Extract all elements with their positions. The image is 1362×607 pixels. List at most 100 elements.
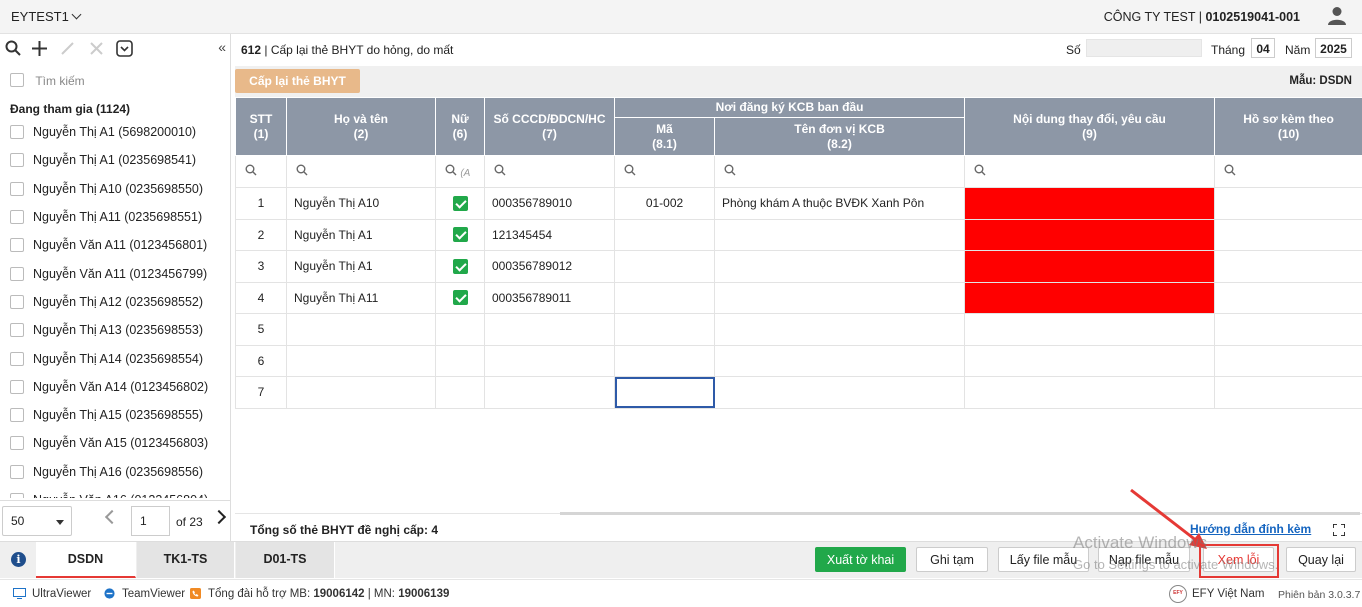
cell-ten-dv[interactable]	[713, 281, 966, 314]
select-all-checkbox[interactable]	[10, 73, 24, 87]
cell-ten-dv[interactable]	[713, 313, 966, 346]
cell-ho-so[interactable]	[1214, 281, 1362, 314]
info-icon[interactable]: i	[11, 552, 26, 567]
horizontal-scrollbar[interactable]	[560, 512, 1360, 515]
member-checkbox[interactable]	[10, 125, 24, 140]
tab-dsdn[interactable]: DSDN	[36, 542, 136, 578]
member-search[interactable]: Tìm kiếm	[10, 71, 85, 89]
table-row[interactable]: 1 Nguyễn Thị A10 000356789010 01-002 Phòng k…	[235, 187, 1362, 220]
cell-ma[interactable]	[614, 218, 715, 251]
cell-id[interactable]: 000356789010	[484, 187, 615, 220]
dropdown-menu-icon[interactable]	[116, 40, 133, 57]
prev-page-icon[interactable]	[104, 509, 120, 525]
page-size-select[interactable]: 50	[2, 506, 72, 536]
collapse-panel-icon[interactable]: «	[218, 39, 226, 55]
cell-ma[interactable]	[614, 250, 715, 283]
cell-ho-so[interactable]	[1214, 187, 1362, 220]
member-list-item[interactable]: Nguyễn Thị A16 (0235698556)	[0, 458, 230, 486]
tab-d01-ts[interactable]: D01-TS	[236, 542, 335, 578]
member-checkbox[interactable]	[10, 351, 24, 366]
thang-input[interactable]: 04	[1251, 38, 1275, 58]
cell-id[interactable]	[484, 313, 615, 346]
next-page-icon[interactable]	[211, 509, 227, 525]
member-list-item[interactable]: Nguyễn Văn A14 (0123456802)	[0, 373, 230, 401]
teamviewer-link[interactable]: TeamViewer	[103, 588, 185, 600]
cell-name[interactable]	[286, 376, 436, 409]
member-checkbox[interactable]	[10, 210, 24, 225]
page-number-input[interactable]: 1	[131, 506, 170, 536]
cell-ho-so[interactable]	[1214, 218, 1362, 251]
quay-lai-button[interactable]: Quay lại	[1286, 547, 1356, 572]
cell-noi-dung[interactable]	[964, 313, 1216, 346]
member-list-item[interactable]: Nguyễn Thị A14 (0235698554)	[0, 344, 230, 372]
member-list-item[interactable]: Nguyễn Thị A1 (0235698541)	[0, 146, 230, 174]
member-checkbox[interactable]	[10, 238, 24, 253]
member-checkbox[interactable]	[10, 266, 24, 281]
filter-stt[interactable]	[235, 155, 287, 188]
cell-female[interactable]	[435, 281, 485, 314]
cell-female[interactable]	[435, 376, 485, 409]
cell-id[interactable]: 000356789011	[484, 281, 615, 314]
fullscreen-icon[interactable]	[1333, 524, 1345, 536]
cell-ho-so[interactable]	[1214, 250, 1362, 283]
member-checkbox[interactable]	[10, 408, 24, 423]
member-list-item[interactable]: Nguyễn Thị A13 (0235698553)	[0, 316, 230, 344]
cell-female[interactable]	[435, 250, 485, 283]
filter-noi-dung[interactable]	[964, 155, 1216, 188]
cell-noi-dung[interactable]	[964, 218, 1216, 251]
member-checkbox[interactable]	[10, 323, 24, 338]
cell-name[interactable]	[286, 344, 436, 377]
member-checkbox[interactable]	[10, 436, 24, 451]
cell-female[interactable]	[435, 218, 485, 251]
cell-ten-dv[interactable]	[713, 376, 966, 409]
member-checkbox[interactable]	[10, 379, 24, 394]
cell-stt[interactable]: 1	[235, 187, 287, 220]
cell-stt[interactable]: 7	[235, 376, 287, 409]
cell-id[interactable]: 000356789012	[484, 250, 615, 283]
member-list-item[interactable]: Nguyễn Văn A16 (0123456804)	[0, 486, 230, 498]
col-nu[interactable]: Nữ (6)	[435, 97, 485, 156]
cell-female[interactable]	[435, 187, 485, 220]
cell-ten-dv[interactable]	[713, 218, 966, 251]
col-ho-ten[interactable]: Họ và tên (2)	[286, 97, 436, 156]
table-row[interactable]: 5	[235, 313, 1362, 346]
cell-id[interactable]: 121345454	[484, 218, 615, 251]
filter-ten-dv[interactable]	[713, 155, 966, 188]
cell-id[interactable]	[484, 344, 615, 377]
cell-female[interactable]	[435, 344, 485, 377]
edit-icon[interactable]	[59, 40, 76, 57]
checked-checkbox-icon[interactable]	[452, 290, 468, 306]
cell-female[interactable]	[435, 313, 485, 346]
table-row[interactable]: 2 Nguyễn Thị A1 121345454	[235, 218, 1362, 251]
ultraviewer-link[interactable]: UltraViewer	[13, 588, 91, 600]
cell-stt[interactable]: 3	[235, 250, 287, 283]
cell-ma[interactable]	[614, 281, 715, 314]
table-row[interactable]: 4 Nguyễn Thị A11 000356789011	[235, 281, 1362, 314]
col-ma[interactable]: Mã (8.1)	[614, 117, 715, 156]
checked-checkbox-icon[interactable]	[452, 195, 468, 211]
cell-ma[interactable]	[614, 344, 715, 377]
member-checkbox[interactable]	[10, 493, 24, 498]
cell-noi-dung[interactable]	[964, 376, 1216, 409]
member-list-item[interactable]: Nguyễn Thị A12 (0235698552)	[0, 288, 230, 316]
cell-stt[interactable]: 2	[235, 218, 287, 251]
cell-name[interactable]	[286, 313, 436, 346]
table-row[interactable]: 7	[235, 376, 1362, 409]
member-list-item[interactable]: Nguyễn Thị A1 (5698200010)	[0, 118, 230, 146]
member-list-item[interactable]: Nguyễn Thị A10 (0235698550)	[0, 175, 230, 203]
cap-lai-button[interactable]: Cấp lại thẻ BHYT	[235, 69, 360, 93]
cell-ma[interactable]	[614, 376, 715, 409]
member-list-item[interactable]: Nguyễn Văn A11 (0123456801)	[0, 231, 230, 259]
cell-ten-dv[interactable]: Phòng khám A thuộc BVĐK Xanh Pôn	[713, 187, 966, 220]
cell-name[interactable]: Nguyễn Thị A1	[286, 218, 436, 251]
filter-ho-ten[interactable]	[286, 155, 436, 188]
member-list-item[interactable]: Nguyễn Văn A11 (0123456799)	[0, 259, 230, 287]
member-checkbox[interactable]	[10, 153, 24, 168]
cell-ma[interactable]	[614, 313, 715, 346]
member-list-item[interactable]: Nguyễn Văn A15 (0123456803)	[0, 429, 230, 457]
cell-ma[interactable]: 01-002	[614, 187, 715, 220]
table-row[interactable]: 3 Nguyễn Thị A1 000356789012	[235, 250, 1362, 283]
cell-noi-dung[interactable]	[964, 187, 1216, 220]
cell-noi-dung[interactable]	[964, 281, 1216, 314]
tenant-selector[interactable]: EYTEST1	[11, 9, 82, 24]
